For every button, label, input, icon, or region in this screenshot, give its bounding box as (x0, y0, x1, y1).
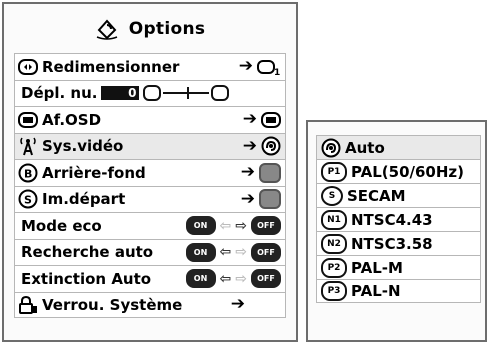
submenu-item-label: NTSC3.58 (351, 234, 433, 253)
menu-item-depl-nu[interactable]: Dépl. nu. 0 (14, 79, 286, 106)
svg-text:B: B (24, 167, 32, 180)
p2-badge-icon: P2 (321, 257, 347, 278)
menu-item-sys-video[interactable]: Sys.vidéo ➔ (14, 132, 286, 159)
numeric-value: 0 (101, 86, 140, 101)
arrow-right-icon: ➔ (242, 135, 257, 156)
video-system-submenu: Auto P1 PAL(50/60Hz) S SECAM N1 NTSC4.43… (306, 120, 487, 342)
svg-text:1: 1 (274, 68, 280, 76)
n1-badge-icon: N1 (321, 209, 347, 230)
menu-item-recherche-auto[interactable]: Recherche auto ON ⇦ ⇨ OFF (14, 238, 286, 265)
menu-item-label: Mode eco (21, 216, 102, 235)
plus-icon (211, 85, 230, 102)
startup-s-icon: S (18, 189, 38, 209)
submenu-item-label: SECAM (347, 186, 406, 205)
arrow-left-icon: ⇦ (219, 270, 232, 287)
menu-item-label: Recherche auto (21, 243, 154, 262)
toggle-off-button[interactable]: OFF (251, 269, 281, 289)
s-badge-icon: S (321, 185, 343, 206)
arrow-right-icon: ➔ (240, 188, 255, 209)
arrow-left-icon: ⇦ (219, 244, 232, 261)
menu-item-af-osd[interactable]: Af.OSD ➔ (14, 106, 286, 133)
n2-badge-icon: N2 (321, 233, 347, 254)
arrow-right-icon: ➔ (240, 162, 255, 183)
osd-icon (261, 111, 281, 128)
antenna-icon (20, 137, 36, 156)
arrow-right-icon: ➔ (230, 294, 245, 315)
background-b-icon: B (18, 163, 38, 183)
submenu-item-label: Auto (345, 138, 385, 157)
submenu-item-label: NTSC4.43 (351, 210, 433, 229)
menu-item-label: Im.départ (42, 190, 126, 209)
menu-item-verrou-systeme[interactable]: Verrou. Système ➔ (14, 291, 286, 318)
submenu-item-pal-50-60[interactable]: P1 PAL(50/60Hz) (316, 159, 481, 183)
resize-icon (18, 58, 38, 75)
arrow-right-icon: ➔ (242, 109, 257, 130)
menu-item-mode-eco[interactable]: Mode eco ON ⇦ ⇨ OFF (14, 212, 286, 239)
arrow-right-icon: ➔ (238, 56, 253, 77)
toggle-on-button[interactable]: ON (185, 216, 216, 236)
menu-rows: Redimensionner ➔ 1 Dépl. nu. 0 Af.OSD ➔ … (14, 53, 286, 318)
toggle-off-button[interactable]: OFF (251, 242, 281, 262)
submenu-item-ntsc443[interactable]: N1 NTSC4.43 (316, 207, 481, 231)
submenu-item-pal-m[interactable]: P2 PAL-M (316, 255, 481, 279)
minus-icon (143, 85, 162, 102)
startup-setting-icon (259, 189, 281, 210)
osd-icon (18, 111, 38, 128)
menu-item-label: Dépl. nu. (21, 84, 98, 103)
background-setting-icon (259, 162, 281, 183)
p1-badge-icon: P1 (321, 161, 347, 182)
menu-item-extinction-auto[interactable]: Extinction Auto ON ⇦ ⇨ OFF (14, 265, 286, 292)
menu-item-arriere-fond[interactable]: B Arrière-fond ➔ (14, 159, 286, 186)
menu-title: Options (4, 8, 296, 50)
resize-mode-icon: 1 (257, 59, 280, 76)
submenu-item-label: PAL-M (351, 258, 403, 277)
p3-badge-icon: P3 (321, 281, 347, 301)
submenu-item-ntsc358[interactable]: N2 NTSC3.58 (316, 231, 481, 255)
submenu-item-pal-n[interactable]: P3 PAL-N (316, 279, 481, 303)
menu-item-label: Verrou. Système (42, 295, 183, 314)
menu-title-text: Options (128, 19, 206, 39)
arrow-right-outline-icon: ⇨ (235, 217, 247, 234)
menu-item-redimensionner[interactable]: Redimensionner ➔ 1 (14, 53, 286, 80)
menu-item-label: Redimensionner (42, 57, 180, 76)
arrow-right-outline-icon: ⇨ (235, 270, 247, 287)
menu-item-label: Af.OSD (42, 110, 102, 129)
submenu-rows: Auto P1 PAL(50/60Hz) S SECAM N1 NTSC4.43… (316, 135, 481, 303)
options-menu-panel: Options Redimensionner ➔ 1 Dépl. nu. 0 A… (2, 2, 298, 342)
submenu-item-secam[interactable]: S SECAM (316, 183, 481, 207)
toggle-on-button[interactable]: ON (185, 269, 216, 289)
options-icon (96, 19, 117, 40)
submenu-item-auto[interactable]: Auto (316, 135, 481, 159)
toggle-off-button[interactable]: OFF (251, 216, 281, 236)
auto-icon (321, 138, 341, 157)
auto-icon (261, 136, 281, 156)
menu-item-label: Arrière-fond (42, 163, 146, 182)
submenu-item-label: PAL-N (351, 282, 401, 300)
depl-slider[interactable] (163, 87, 210, 100)
arrow-right-outline-icon: ⇨ (235, 244, 247, 261)
svg-text:S: S (24, 194, 32, 207)
slider-knob[interactable] (187, 87, 190, 100)
toggle-on-button[interactable]: ON (185, 242, 216, 262)
lock-icon (19, 295, 37, 314)
menu-item-label: Sys.vidéo (42, 137, 124, 156)
menu-item-label: Extinction Auto (21, 269, 152, 288)
menu-item-im-depart[interactable]: S Im.départ ➔ (14, 185, 286, 212)
submenu-item-label: PAL(50/60Hz) (351, 162, 465, 181)
arrow-left-icon: ⇦ (219, 217, 232, 234)
